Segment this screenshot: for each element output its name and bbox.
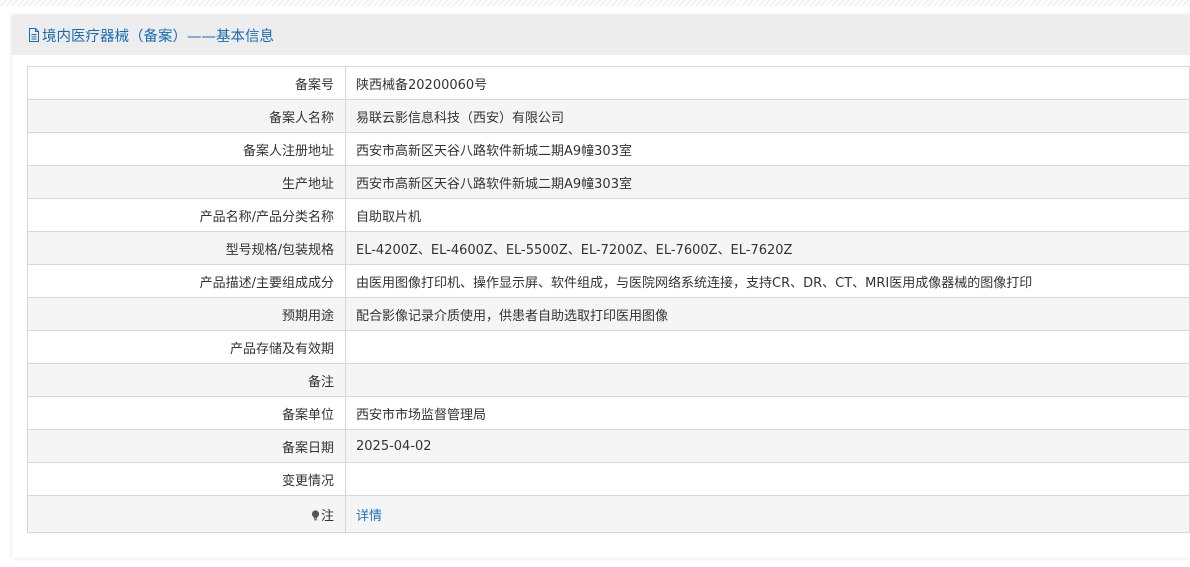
field-value	[345, 462, 1190, 496]
table-row: 备案人名称 易联云影信息科技（西安）有限公司	[27, 99, 1190, 133]
field-value: 西安市高新区天谷八路软件新城二期A9幢303室	[345, 132, 1190, 166]
field-label: 产品存储及有效期	[27, 330, 346, 364]
field-label: 备案人名称	[27, 99, 346, 133]
field-label: 型号规格/包装规格	[27, 231, 346, 265]
field-label: 变更情况	[27, 462, 346, 496]
note-value-cell: 详情	[345, 495, 1190, 533]
table-row: 产品名称/产品分类名称 自助取片机	[27, 198, 1190, 232]
field-value: 西安市市场监督管理局	[345, 396, 1190, 430]
field-label: 备案单位	[27, 396, 346, 430]
note-row: 注 详情	[27, 495, 1190, 533]
basic-info-panel: 境内医疗器械（备案）——基本信息 备案号 陕西械备20200060号 备案人名称 易联…	[12, 15, 1190, 558]
field-label: 生产地址	[27, 165, 346, 199]
table-row: 备案号 陕西械备20200060号	[27, 66, 1190, 100]
table-row: 备案人注册地址 西安市高新区天谷八路软件新城二期A9幢303室	[27, 132, 1190, 166]
note-label: 注	[320, 508, 334, 524]
field-label: 备案号	[27, 66, 346, 100]
table-row: 备注	[27, 363, 1190, 397]
table-row: 备案单位 西安市市场监督管理局	[27, 396, 1190, 430]
field-value: 陕西械备20200060号	[345, 66, 1190, 100]
document-icon	[29, 28, 39, 42]
table-row: 生产地址 西安市高新区天谷八路软件新城二期A9幢303室	[27, 165, 1190, 199]
panel-title: 境内医疗器械（备案）——基本信息	[42, 28, 274, 45]
field-value: 易联云影信息科技（西安）有限公司	[345, 99, 1190, 133]
table-row: 变更情况	[27, 462, 1190, 496]
field-label: 备注	[27, 363, 346, 397]
panel-header: 境内医疗器械（备案）——基本信息	[12, 15, 1190, 55]
field-label: 产品名称/产品分类名称	[27, 198, 346, 232]
info-table: 备案号 陕西械备20200060号 备案人名称 易联云影信息科技（西安）有限公司 备案人…	[27, 66, 1190, 533]
field-value: 西安市高新区天谷八路软件新城二期A9幢303室	[345, 165, 1190, 199]
table-row: 产品描述/主要组成成分 由医用图像打印机、操作显示屏、软件组成，与医院网络系统连接…	[27, 264, 1190, 298]
field-value: 由医用图像打印机、操作显示屏、软件组成，与医院网络系统连接，支持CR、DR、CT…	[345, 264, 1190, 298]
top-decorative-stripe	[0, 0, 1190, 6]
field-value	[345, 363, 1190, 397]
field-value: 自助取片机	[345, 198, 1190, 232]
field-value	[345, 330, 1190, 364]
table-row: 型号规格/包装规格 EL-4200Z、EL-4600Z、EL-5500Z、EL-7…	[27, 231, 1190, 265]
note-label-cell: 注	[27, 495, 346, 533]
table-row: 产品存储及有效期	[27, 330, 1190, 364]
field-label: 备案人注册地址	[27, 132, 346, 166]
lightbulb-icon	[311, 509, 320, 520]
field-value: 配合影像记录介质使用，供患者自助选取打印医用图像	[345, 297, 1190, 331]
field-value: 2025-04-02	[345, 429, 1190, 463]
table-row: 预期用途 配合影像记录介质使用，供患者自助选取打印医用图像	[27, 297, 1190, 331]
table-row: 备案日期 2025-04-02	[27, 429, 1190, 463]
field-label: 产品描述/主要组成成分	[27, 264, 346, 298]
field-value: EL-4200Z、EL-4600Z、EL-5500Z、EL-7200Z、EL-7…	[345, 231, 1190, 265]
details-link[interactable]: 详情	[356, 509, 382, 524]
field-label: 备案日期	[27, 429, 346, 463]
field-label: 预期用途	[27, 297, 346, 331]
